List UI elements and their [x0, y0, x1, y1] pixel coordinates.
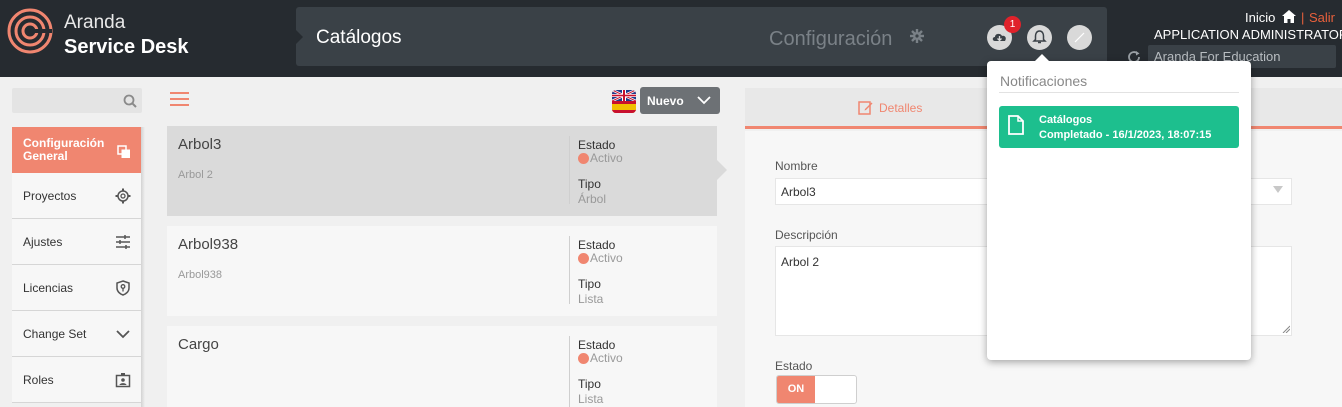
logout-link[interactable]: Salir — [1309, 10, 1335, 25]
search-icon[interactable] — [123, 94, 137, 108]
home-icon[interactable] — [1282, 10, 1296, 23]
gear-icon — [115, 188, 131, 204]
module-title: Catálogos — [316, 27, 402, 48]
module-bar — [296, 7, 1107, 66]
sidebar-item-proyectos[interactable]: Proyectos — [12, 173, 141, 219]
sidebar-item-label: Change Set — [23, 326, 87, 341]
copy-icon — [117, 145, 130, 158]
chevron-down-icon — [116, 330, 130, 339]
status-dot — [578, 253, 589, 264]
notifications-caret — [1034, 54, 1050, 62]
edit-icon — [858, 101, 873, 115]
sidebar-item-roles[interactable]: Roles — [12, 357, 141, 403]
catalog-card[interactable]: Arbol3 Arbol 2 Estado Activo Tipo Árbol — [167, 126, 717, 216]
status-dot — [578, 153, 589, 164]
tipo-label: Tipo — [578, 277, 601, 291]
notification-item[interactable]: Catálogos Completado - 16/1/2023, 18:07:… — [999, 106, 1239, 148]
sidebar-item-configuracion-general[interactable]: Configuración General — [12, 127, 141, 173]
sidebar-item-label: Proyectos — [23, 188, 77, 203]
catalog-description: Arbol 2 — [178, 169, 213, 181]
catalog-card[interactable]: Cargo Estado Activo Tipo Lista — [167, 326, 717, 407]
selected-card-arrow — [717, 160, 727, 180]
module-notch — [296, 30, 303, 44]
resize-handle-icon[interactable] — [1282, 325, 1290, 333]
sidebar-item-label: Roles — [23, 372, 54, 387]
notifications-divider — [999, 92, 1239, 93]
bell-icon — [1032, 30, 1047, 44]
badge-icon — [115, 373, 131, 388]
config-link[interactable]: Configuración — [769, 28, 892, 51]
sidebar-item-label: Configuración General — [23, 135, 105, 163]
sidebar-item-label: Licencias — [23, 280, 74, 295]
card-divider — [569, 336, 570, 407]
sidebar-shadow — [141, 127, 145, 407]
sliders-icon — [116, 235, 130, 249]
shield-key-icon — [116, 280, 130, 296]
catalog-name: Arbol3 — [178, 136, 222, 153]
tipo-value: Lista — [578, 392, 604, 406]
notifications-title: Notificaciones — [1000, 73, 1088, 89]
avatar-icon — [1074, 32, 1085, 43]
toggle-on-label: ON — [777, 376, 815, 403]
notification-detail: Completado - 16/1/2023, 18:07:15 — [1039, 129, 1212, 141]
tipo-label: Tipo — [578, 177, 601, 191]
status-value: Activo — [590, 251, 623, 265]
brand-name: Aranda — [64, 12, 126, 33]
estado-label: Estado — [578, 238, 616, 252]
sidebar-item-licencias[interactable]: Licencias — [12, 265, 141, 311]
catalog-name: Arbol938 — [178, 236, 239, 253]
sidebar-item-ajustes[interactable]: Ajustes — [12, 219, 141, 265]
home-link[interactable]: Inicio — [1245, 10, 1275, 25]
catalog-name: Cargo — [178, 336, 219, 353]
status-value: Activo — [590, 151, 623, 165]
gear-icon[interactable] — [909, 28, 925, 44]
chevron-down-icon[interactable] — [697, 94, 711, 106]
avatar[interactable] — [1067, 25, 1092, 50]
tipo-value: Árbol — [578, 192, 607, 206]
dropdown-arrow-icon[interactable] — [1273, 186, 1283, 193]
catalog-description: Arbol938 — [178, 269, 223, 281]
menu-icon[interactable] — [170, 92, 189, 106]
status-value: Activo — [590, 351, 623, 365]
tab-detalles-label: Detalles — [879, 101, 923, 115]
tipo-label: Tipo — [578, 377, 601, 391]
language-flag-icon[interactable] — [612, 90, 636, 113]
card-divider — [569, 136, 570, 204]
brand-product: Service Desk — [64, 36, 189, 58]
nombre-label: Nombre — [775, 159, 818, 173]
estado-label: Estado — [578, 138, 616, 152]
header-separator: | — [1301, 10, 1305, 25]
estado-label: Estado — [578, 338, 616, 352]
status-dot — [578, 353, 589, 364]
notification-title: Catálogos — [1039, 114, 1093, 126]
user-name: APPLICATION ADMINISTRATOR — [1154, 27, 1342, 42]
document-icon — [1008, 115, 1024, 135]
estado-toggle[interactable]: ON — [776, 375, 857, 404]
sidebar-item-change-set[interactable]: Change Set — [12, 311, 141, 357]
estado-label: Estado — [775, 359, 813, 373]
cloud-download-icon — [992, 33, 1006, 42]
notifications-button[interactable] — [1027, 25, 1052, 50]
card-divider — [569, 236, 570, 304]
sidebar-nav: Configuración General Proyectos Ajustes … — [12, 127, 141, 403]
catalog-card[interactable]: Arbol938 Arbol938 Estado Activo Tipo Lis… — [167, 226, 717, 316]
tipo-value: Lista — [578, 292, 604, 306]
notification-badge: 1 — [1004, 16, 1021, 33]
sidebar-item-label: Ajustes — [23, 234, 63, 249]
aranda-logo-icon — [7, 8, 53, 54]
descripcion-label: Descripción — [775, 228, 838, 242]
